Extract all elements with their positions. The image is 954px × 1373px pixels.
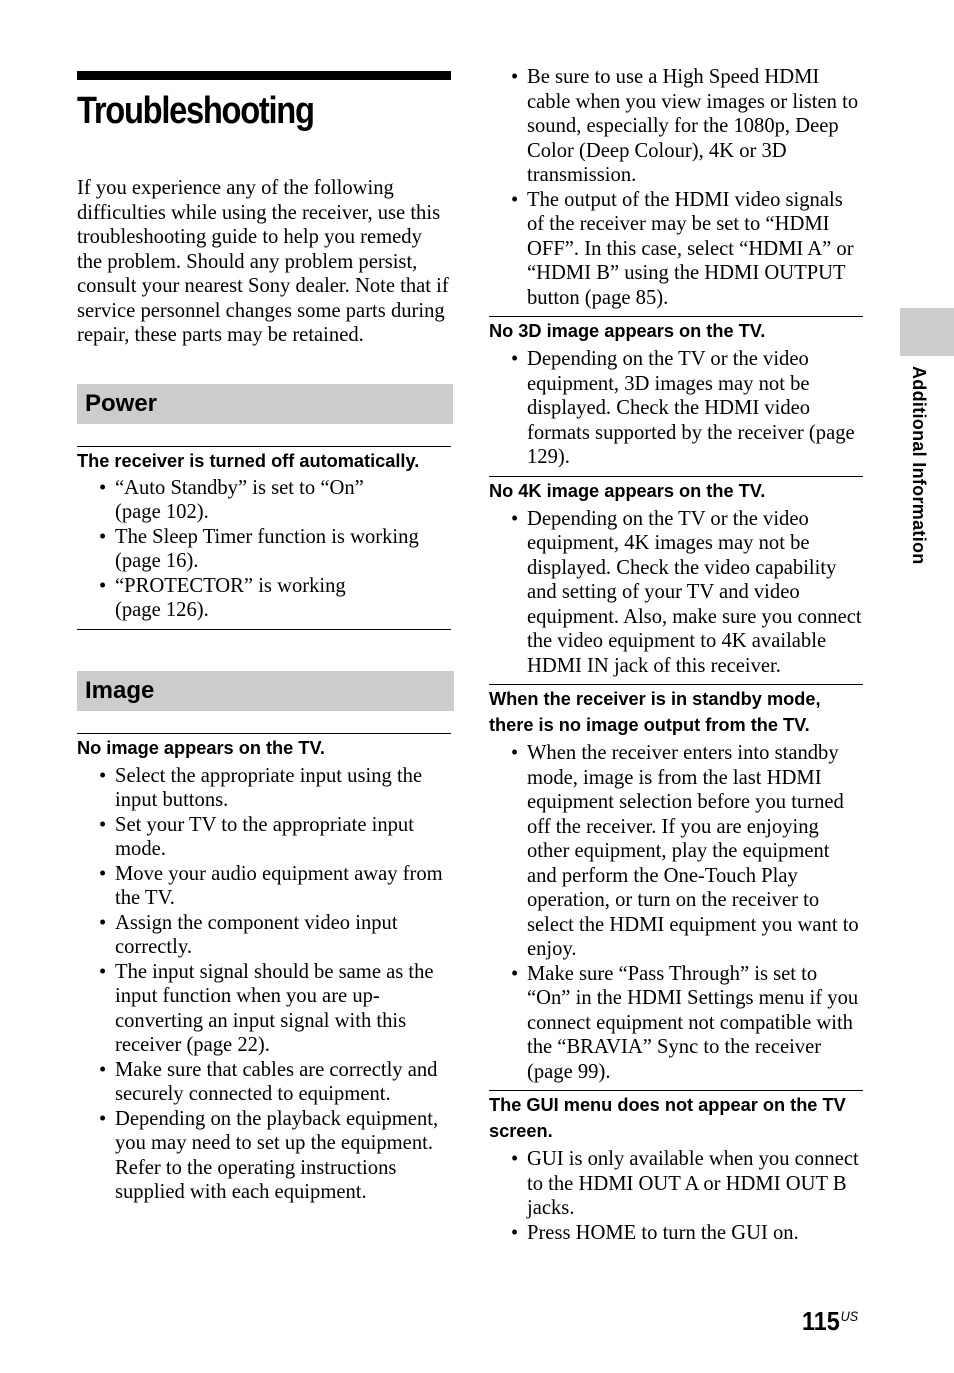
faq-answer: The input signal should be same as the i… (99, 960, 452, 1058)
faq-answer: Make sure “Pass Through” is set to “On” … (511, 962, 863, 1085)
faq-question: No 3D image appears on the TV. (489, 316, 863, 344)
faq-answer: Make sure that cables are correctly and … (99, 1058, 452, 1107)
faq-question: The GUI menu does not appear on the TV s… (489, 1090, 863, 1144)
page-title: Troubleshooting (77, 90, 315, 132)
faq-answer-list: GUI is only available when you connect t… (489, 1147, 863, 1245)
faq-answer: The output of the HDMI video signals of … (511, 188, 863, 311)
section-end-rule (77, 628, 451, 630)
page-number-suffix: US (840, 1308, 859, 1324)
faq-answer: Press HOME to turn the GUI on. (511, 1221, 863, 1246)
faq-question: When the receiver is in standby mode, th… (489, 684, 863, 738)
faq-answer: Depending on the playback equipment, you… (99, 1107, 452, 1205)
faq-power-auto-off: The receiver is turned off automatically… (77, 445, 452, 630)
faq-answer: The Sleep Timer function is working (pag… (99, 525, 452, 574)
faq-answer: Assign the component video input correct… (99, 911, 452, 960)
faq-answer-list: Depending on the TV or the video equipme… (489, 347, 863, 470)
section-heading-power: Power (77, 383, 453, 424)
faq-answer-list: Depending on the TV or the video equipme… (489, 507, 863, 679)
faq-answer-list: Select the appropriate input using the i… (77, 764, 452, 1205)
faq-question: No image appears on the TV. (77, 732, 451, 761)
faq-image-gui: The GUI menu does not appear on the TV s… (489, 1090, 863, 1245)
faq-answer: Select the appropriate input using the i… (99, 764, 452, 813)
faq-image-no-3d: No 3D image appears on the TV. Depending… (489, 316, 863, 470)
faq-answer: Be sure to use a High Speed HDMI cable w… (511, 65, 863, 188)
faq-answer-list-continued: Be sure to use a High Speed HDMI cable w… (489, 65, 863, 310)
faq-image-standby: When the receiver is in standby mode, th… (489, 684, 863, 1084)
faq-answer: Set your TV to the appropriate input mod… (99, 813, 452, 862)
faq-image-no-4k: No 4K image appears on the TV. Depending… (489, 475, 863, 679)
left-column: Troubleshooting If you experience any of… (77, 71, 454, 1205)
title-rule (77, 71, 451, 80)
faq-answer: When the receiver enters into standby mo… (511, 741, 863, 962)
faq-answer: Move your audio equipment away from the … (99, 862, 452, 911)
page-number-value: 115 (802, 1306, 840, 1336)
faq-answer-list: “Auto Standby” is set to “On” (page 102)… (77, 476, 452, 623)
right-column: Be sure to use a High Speed HDMI cable w… (489, 65, 863, 1245)
faq-answer: “PROTECTOR” is working (page 126). (99, 574, 452, 623)
faq-question: The receiver is turned off automatically… (77, 445, 451, 474)
section-heading-image: Image (77, 670, 454, 711)
intro-paragraph: If you experience any of the following d… (77, 177, 449, 346)
faq-answer: GUI is only available when you connect t… (511, 1147, 863, 1221)
faq-answer: “Auto Standby” is set to “On” (page 102)… (99, 476, 452, 525)
page-number: 115US (802, 1306, 858, 1337)
faq-answer: Depending on the TV or the video equipme… (511, 507, 863, 679)
faq-image-no-image: No image appears on the TV. Select the a… (77, 732, 452, 1205)
faq-answer: Depending on the TV or the video equipme… (511, 347, 863, 470)
side-tab-marker (900, 308, 954, 356)
faq-answer-list: When the receiver enters into standby mo… (489, 741, 863, 1084)
faq-question: No 4K image appears on the TV. (489, 475, 863, 504)
side-tab-label: Additional Information (909, 366, 929, 565)
